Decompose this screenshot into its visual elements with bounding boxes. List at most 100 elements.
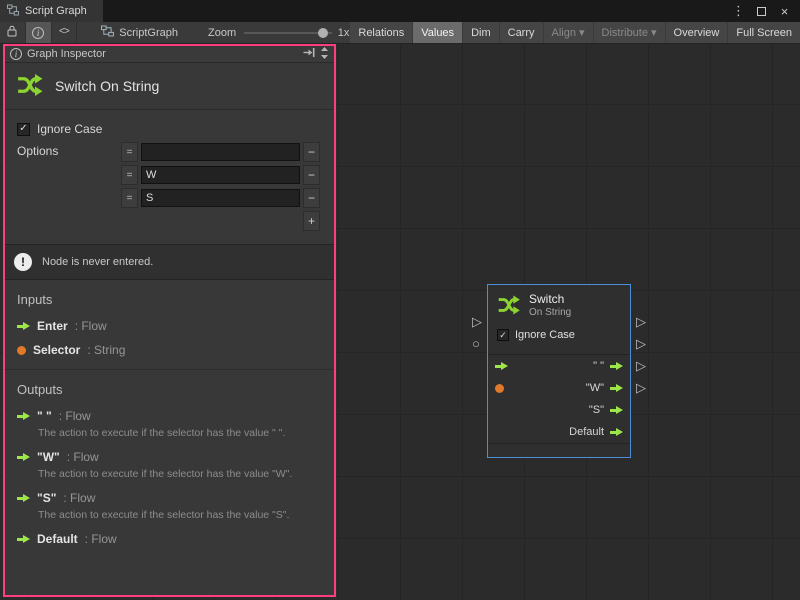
port-name: "W" [37, 450, 60, 464]
check-icon: ✓ [19, 124, 27, 134]
output-row: " " : Flow [17, 409, 322, 423]
maximize-icon[interactable] [753, 3, 770, 20]
output-port-label: "W" [586, 382, 604, 394]
overview-button[interactable]: Overview [666, 22, 728, 43]
values-label: Values [421, 27, 454, 39]
carry-button[interactable]: Carry [500, 22, 543, 43]
relations-button[interactable]: Relations [350, 22, 412, 43]
node-header[interactable]: Switch On String ✓ Ignore Case [488, 285, 630, 355]
flow-output-port-icon[interactable] [610, 362, 623, 371]
dropdown-arrow-icon: ▾ [579, 26, 585, 39]
output-port-label: "S" [589, 404, 604, 416]
options-label: Options [17, 141, 121, 231]
node-ignore-case-checkbox[interactable]: ✓ [497, 329, 509, 341]
port-description: The action to execute if the selector ha… [38, 427, 322, 440]
input-flow-stub-icon[interactable]: ▷ [472, 315, 482, 329]
options-row: Options = − = − = − + [5, 136, 334, 231]
switch-icon [15, 70, 45, 103]
output-flow-stub-icon[interactable]: ▷ [636, 359, 646, 373]
graph-breadcrumb[interactable]: ScriptGraph [101, 25, 178, 40]
warning-icon: ! [14, 253, 32, 271]
check-icon: ✓ [499, 331, 507, 340]
script-graph-icon [7, 4, 19, 19]
align-label: Align [552, 27, 576, 39]
port-name: " " [37, 409, 52, 423]
input-row: Selector : String [17, 343, 322, 357]
port-description: The action to execute if the selector ha… [38, 509, 322, 522]
node-footer [488, 443, 630, 457]
menu-kebab-icon[interactable]: ⋮ [730, 3, 747, 20]
output-flow-stub-icon[interactable]: ▷ [636, 381, 646, 395]
output-flow-stub-icon[interactable]: ▷ [636, 315, 646, 329]
port-description: The action to execute if the selector ha… [38, 468, 322, 481]
option-input[interactable] [141, 143, 300, 161]
port-name: Selector [33, 343, 80, 357]
selector-value-port-icon[interactable] [495, 384, 504, 393]
inspected-node-title-row: Switch On String [5, 63, 334, 110]
port-row: "W" [488, 377, 630, 399]
port-name: Enter [37, 319, 68, 333]
enter-flow-port-icon[interactable] [495, 362, 508, 371]
port-type: : Flow [59, 409, 91, 423]
output-row: "S" : Flow [17, 491, 322, 505]
info-icon: i [10, 48, 22, 60]
drag-handle-icon[interactable]: = [121, 142, 138, 162]
port-row: " " [488, 355, 630, 377]
align-button[interactable]: Align▾ [544, 22, 593, 43]
edit-script-button[interactable]: <> [52, 22, 78, 43]
flow-port-icon [17, 494, 30, 503]
reorder-icon[interactable] [320, 46, 329, 63]
lock-button[interactable] [0, 22, 26, 43]
dropdown-arrow-icon: ▾ [651, 26, 657, 39]
graph-toolbar: i <> ScriptGraph Zoom 1x Relations Value… [0, 22, 800, 44]
tab-script-graph[interactable]: Script Graph [0, 0, 103, 22]
port-type: : Flow [85, 532, 117, 546]
node-subtitle: On String [529, 307, 571, 318]
zoom-label: Zoom [208, 27, 236, 39]
drag-handle-icon[interactable]: = [121, 165, 138, 185]
port-row: "S" [488, 399, 630, 421]
ignore-case-checkbox[interactable]: ✓ [17, 123, 30, 136]
port-type: : String [87, 343, 125, 357]
port-type: : Flow [63, 491, 95, 505]
output-flow-stub-icon[interactable]: ▷ [636, 337, 646, 351]
remove-option-button[interactable]: − [303, 165, 320, 185]
input-row: Enter : Flow [17, 319, 322, 333]
drag-handle-icon[interactable]: = [121, 188, 138, 208]
graph-name-label: ScriptGraph [119, 27, 178, 39]
dock-icon[interactable] [303, 47, 315, 61]
dim-button[interactable]: Dim [463, 22, 499, 43]
lock-icon [7, 25, 17, 40]
fullscreen-button[interactable]: Full Screen [728, 22, 800, 43]
option-input[interactable] [141, 166, 300, 184]
option-input[interactable] [141, 189, 300, 207]
close-icon[interactable]: × [776, 3, 793, 20]
distribute-button[interactable]: Distribute▾ [594, 22, 665, 43]
switch-on-string-node[interactable]: Switch On String ✓ Ignore Case " " "W" [487, 284, 631, 458]
zoom-slider-handle[interactable] [318, 28, 328, 38]
option-row: = − [121, 164, 320, 186]
output-port-label: " " [593, 360, 604, 372]
add-option-button[interactable]: + [303, 211, 320, 231]
toolbar-buttons: Relations Values Dim Carry Align▾ Distri… [349, 22, 800, 43]
flow-output-port-icon[interactable] [610, 406, 623, 415]
remove-option-button[interactable]: − [303, 142, 320, 162]
tab-title: Script Graph [25, 5, 87, 17]
input-value-stub-icon[interactable]: ○ [472, 337, 480, 351]
output-row: "W" : Flow [17, 450, 322, 464]
inspector-toggle-button[interactable]: i [26, 22, 52, 43]
node-title: Switch [529, 292, 571, 306]
warning-text: Node is never entered. [42, 256, 153, 268]
options-list: = − = − = − + [121, 141, 320, 231]
port-type: : Flow [67, 450, 99, 464]
port-name: Default [37, 532, 78, 546]
option-row: = − [121, 187, 320, 209]
flow-output-port-icon[interactable] [610, 384, 623, 393]
values-button[interactable]: Values [413, 22, 462, 43]
flow-output-port-icon[interactable] [610, 428, 623, 437]
remove-option-button[interactable]: − [303, 188, 320, 208]
graph-inspector-panel: i Graph Inspector Switch On String ✓ Ign… [3, 44, 336, 597]
inspector-header[interactable]: i Graph Inspector [5, 46, 334, 63]
port-row: Default [488, 421, 630, 443]
zoom-slider[interactable] [244, 27, 332, 39]
